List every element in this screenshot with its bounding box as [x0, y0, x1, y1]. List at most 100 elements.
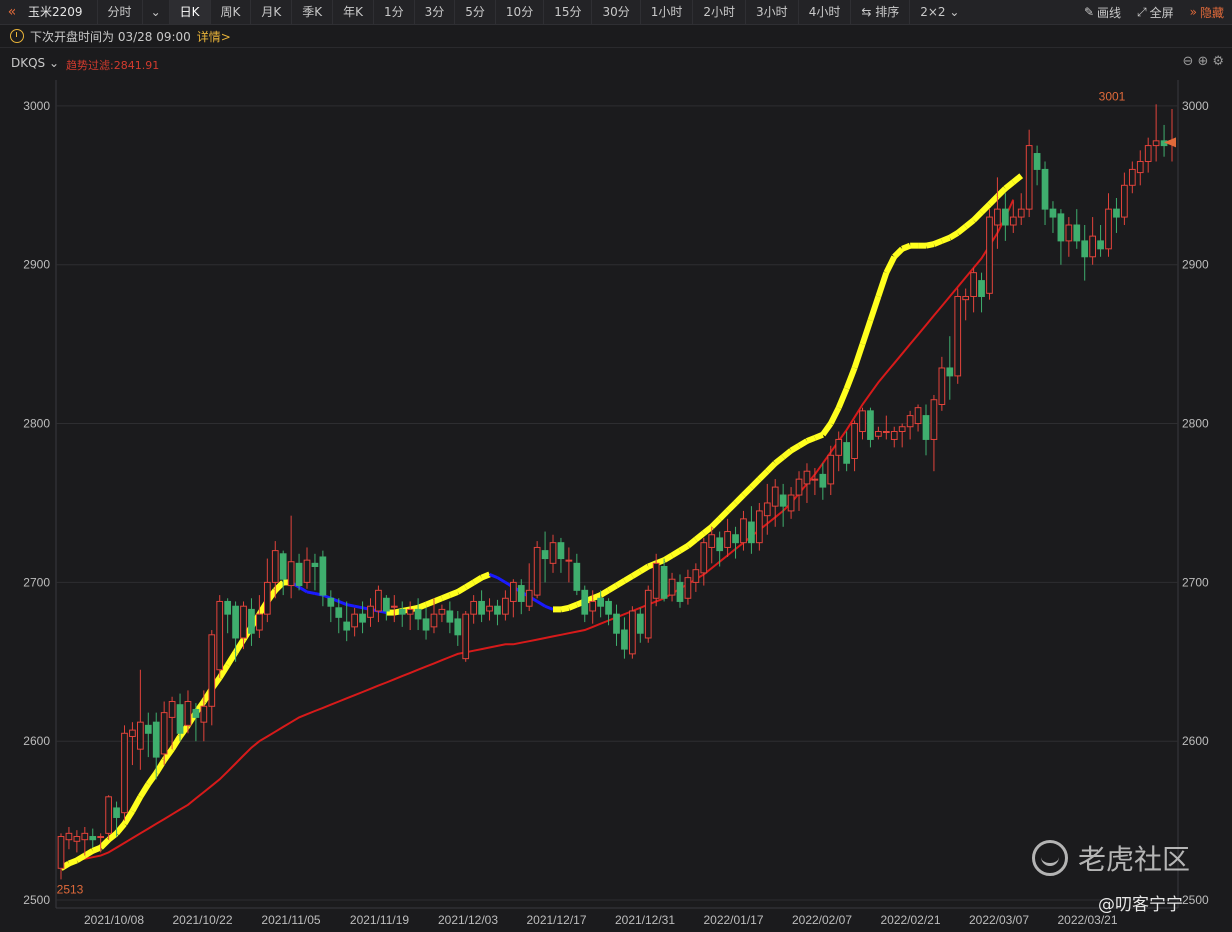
candle-body: [1105, 208, 1112, 250]
x-tick-label: 2021/11/05: [261, 913, 320, 927]
candle-body: [994, 208, 1001, 226]
candle-body: [470, 600, 478, 615]
trend-segment: [472, 575, 484, 585]
candle-body: [216, 600, 224, 671]
x-tick-label: 2021/12/31: [615, 913, 675, 927]
trend-segment: [979, 202, 992, 215]
candle-body: [835, 438, 843, 456]
candle-body: [1121, 184, 1128, 218]
candle-body: [644, 589, 652, 639]
candle-body: [414, 608, 422, 620]
candle-body: [914, 407, 922, 425]
candle-body: [549, 542, 557, 564]
trend-segment: [75, 853, 87, 863]
trend-segment: [859, 319, 874, 346]
candle-body: [787, 494, 795, 512]
candle-body: [256, 613, 263, 631]
candle-body: [65, 832, 73, 841]
candle-body: [335, 607, 343, 618]
trend-segment: [622, 573, 634, 584]
candle-body: [446, 610, 454, 623]
trend-segment: [273, 580, 286, 593]
y-tick-label: 2600: [23, 734, 50, 748]
user-watermark: @叨客宁宁: [1098, 895, 1183, 915]
trend-segment: [225, 650, 239, 667]
candle-body: [57, 836, 65, 869]
candle-body: [327, 597, 335, 607]
trend-segment: [797, 438, 809, 449]
candle-body: [724, 531, 731, 548]
trend-segment: [773, 454, 786, 466]
candle-body: [462, 613, 470, 660]
candle-body: [494, 605, 501, 615]
trend-segment: [416, 601, 428, 611]
trend-segment: [432, 595, 444, 605]
candle-body: [1081, 240, 1089, 258]
candle-body: [351, 613, 358, 628]
trend-segment: [733, 492, 746, 506]
trend-segment: [1003, 179, 1016, 191]
candle-body: [343, 621, 351, 631]
candle-body: [232, 605, 239, 639]
candle-body: [1057, 213, 1065, 242]
candle-body: [1041, 168, 1049, 210]
trend-segment: [91, 844, 102, 854]
y-tick-label-right: 2600: [1182, 734, 1209, 748]
trend-segment: [298, 585, 308, 594]
trend-segment: [757, 469, 770, 482]
candle-body: [152, 721, 160, 758]
candle-body: [970, 272, 977, 297]
candle-body: [1152, 140, 1160, 147]
candle-body: [922, 415, 930, 440]
candle-body: [954, 295, 962, 377]
trend-segment: [813, 431, 824, 441]
tiger-logo: [1032, 840, 1068, 876]
candle-body: [898, 426, 906, 432]
candle-body: [740, 518, 747, 544]
trend-segment: [153, 758, 167, 775]
trend-segment: [781, 448, 793, 460]
candle-body: [882, 430, 890, 433]
candle-body: [105, 796, 112, 834]
candle-body: [629, 610, 636, 655]
candle-body: [89, 836, 97, 841]
candle-body: [144, 724, 152, 734]
candle-body: [1017, 208, 1025, 218]
trend-segment: [536, 600, 546, 608]
candle-body: [851, 423, 858, 459]
candle-body: [652, 562, 660, 599]
y-tick-label-right: 2700: [1182, 575, 1209, 589]
trend-segment: [496, 576, 507, 584]
y-tick-label-right: 3000: [1182, 99, 1209, 113]
candle-body: [597, 597, 604, 607]
candle-body: [890, 430, 898, 440]
candle-body: [422, 618, 430, 631]
candle-body: [113, 807, 120, 818]
x-tick-label: 2022/02/21: [880, 913, 940, 927]
trend-segment: [971, 210, 984, 223]
kline-chart[interactable]: 2500 2500 2600 2600 2700 2700 2800 2800 2900 2900…: [0, 0, 1232, 932]
trend-segment: [741, 484, 754, 498]
candle-body: [859, 410, 866, 432]
brand-watermark: 老虎社区: [1032, 838, 1190, 878]
y-tick-label-right: 2900: [1182, 258, 1209, 272]
y-tick-label: 2700: [23, 575, 50, 589]
candle-body: [478, 600, 485, 615]
trend-segment: [306, 590, 316, 595]
trend-segment: [843, 366, 858, 390]
candle-body: [589, 600, 597, 612]
trend-segment: [145, 771, 159, 786]
candle-body: [398, 608, 406, 615]
trend-segment: [169, 734, 183, 751]
candle-body: [375, 589, 382, 612]
candle-body: [502, 597, 509, 615]
candle-body: [1009, 216, 1017, 226]
candle-body: [240, 605, 247, 639]
candle-body: [978, 280, 985, 297]
candle-body: [430, 613, 438, 628]
x-tick-label: 2022/02/07: [792, 913, 852, 927]
candle-body: [248, 608, 255, 634]
trend-segment: [338, 600, 348, 607]
candle-body: [1025, 145, 1033, 210]
trend-segment: [901, 242, 912, 252]
